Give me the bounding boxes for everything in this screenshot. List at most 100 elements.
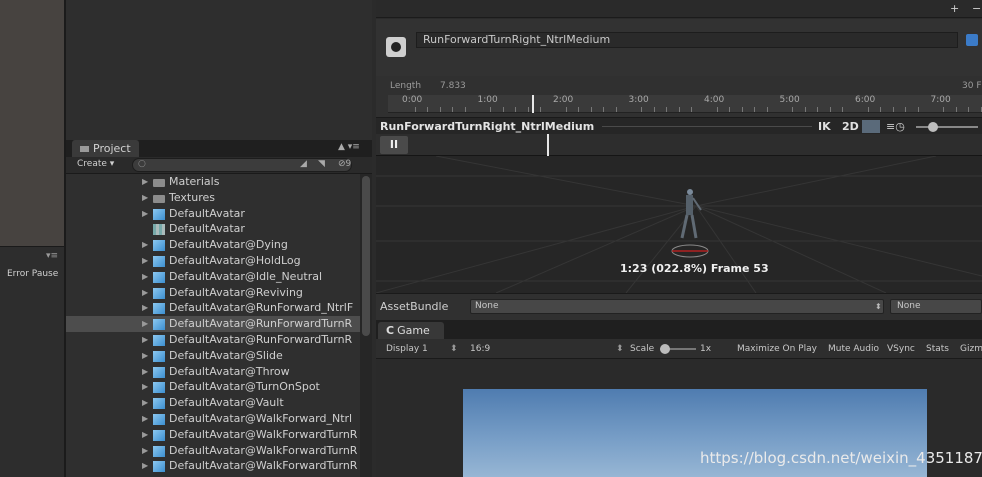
- mute-audio-toggle[interactable]: Mute Audio: [828, 339, 879, 359]
- scrub-cursor[interactable]: [547, 134, 549, 156]
- filter-type-icon[interactable]: ◢: [300, 159, 307, 169]
- list-item[interactable]: ▶ DefaultAvatar@Vault: [66, 395, 360, 411]
- expand-arrow-icon[interactable]: ▶: [142, 190, 152, 206]
- assetbundle-variant-select[interactable]: None: [890, 299, 982, 314]
- speed-slider-thumb[interactable]: [928, 122, 938, 132]
- project-menu-icon[interactable]: ▲ ▾≡: [338, 142, 360, 152]
- list-item[interactable]: ▶ DefaultAvatar@Throw: [66, 364, 360, 380]
- speed-icon[interactable]: ≡◷: [886, 118, 905, 135]
- expand-arrow-icon[interactable]: ▶: [142, 411, 152, 427]
- play-clip-button[interactable]: [386, 37, 406, 57]
- list-item[interactable]: ▶ DefaultAvatar@WalkForwardTurnR: [66, 443, 360, 459]
- maximize-on-play-toggle[interactable]: Maximize On Play: [737, 339, 817, 359]
- prefab-icon: [153, 414, 165, 425]
- timeline-ruler[interactable]: 0:00 1:00 2:00 3:00 4:00 5:00 6:00 7:00: [388, 95, 982, 113]
- expand-arrow-icon[interactable]: ▶: [142, 174, 152, 190]
- preview-separator: [602, 126, 812, 127]
- game-tab-label: Game: [397, 324, 430, 337]
- ruler-minor-tick: [741, 107, 743, 112]
- aspect-select[interactable]: 16:9: [470, 339, 490, 359]
- speed-slider[interactable]: [916, 122, 978, 132]
- time-cursor[interactable]: [532, 95, 534, 113]
- create-button[interactable]: Create ▾: [77, 159, 114, 169]
- pause-button[interactable]: II: [380, 136, 408, 154]
- list-item[interactable]: ▶ Materials: [66, 174, 360, 190]
- project-scrollbar[interactable]: [360, 174, 372, 477]
- label-icon[interactable]: ◥: [318, 159, 325, 169]
- vsync-toggle[interactable]: VSync: [887, 339, 915, 359]
- expand-arrow-icon[interactable]: ▶: [142, 269, 152, 285]
- ruler-tick-label: 0:00: [402, 95, 423, 105]
- list-item[interactable]: ▶ DefaultAvatar@RunForwardTurnR: [66, 332, 360, 348]
- list-item[interactable]: ▶ DefaultAvatar@TurnOnSpot: [66, 379, 360, 395]
- display-select[interactable]: Display 1: [386, 339, 428, 359]
- expand-arrow-icon[interactable]: ▶: [142, 300, 152, 316]
- ruler-minor-tick: [943, 107, 944, 112]
- ruler-minor-tick: [917, 107, 919, 112]
- list-item[interactable]: ▶ DefaultAvatar@RunForward_NtrlF: [66, 300, 360, 316]
- list-item[interactable]: ▶ DefaultAvatar@WalkForwardTurnR: [66, 458, 360, 474]
- expand-arrow-icon[interactable]: ▶: [142, 348, 152, 364]
- expand-arrow-icon[interactable]: ▶: [142, 458, 152, 474]
- assetbundle-name-select[interactable]: None ⬍: [470, 299, 884, 314]
- console-menu-icon[interactable]: ▾≡: [46, 251, 58, 261]
- list-item[interactable]: ▶ DefaultAvatar@RunForwardTurnR: [66, 316, 360, 333]
- help-icon[interactable]: [966, 34, 978, 46]
- expand-arrow-icon[interactable]: ▶: [142, 206, 152, 222]
- clip-name-field[interactable]: RunForwardTurnRight_NtrlMedium: [416, 32, 958, 48]
- frame-label: 1:23 (022.8%) Frame 53: [620, 262, 769, 275]
- ruler-minor-tick: [565, 107, 567, 112]
- expand-arrow-icon[interactable]: ▶: [142, 427, 152, 443]
- list-item-label: DefaultAvatar@Idle_Neutral: [169, 269, 323, 283]
- list-item[interactable]: DefaultAvatar: [66, 221, 360, 237]
- list-item-label: DefaultAvatar: [169, 206, 245, 220]
- list-item[interactable]: ▶ DefaultAvatar@Reviving: [66, 285, 360, 301]
- ruler-minor-tick: [905, 107, 906, 112]
- list-item-label: DefaultAvatar@Vault: [169, 396, 284, 410]
- list-item[interactable]: ▶ DefaultAvatar@Idle_Neutral: [66, 269, 360, 285]
- ruler-minor-tick: [515, 107, 516, 112]
- expand-arrow-icon[interactable]: ▶: [142, 285, 152, 301]
- preview-scrubber[interactable]: [376, 134, 982, 156]
- ruler-tick-label: 6:00: [855, 95, 876, 105]
- mode-2d-toggle[interactable]: 2D: [842, 118, 859, 135]
- ruler-minor-tick: [955, 107, 957, 112]
- pivot-icon[interactable]: [862, 120, 880, 133]
- list-item-label: DefaultAvatar@RunForwardTurnR: [169, 317, 353, 331]
- expand-arrow-icon[interactable]: ▶: [142, 332, 152, 348]
- stats-toggle[interactable]: Stats: [926, 339, 949, 359]
- preview-header: RunForwardTurnRight_NtrlMedium IK 2D ≡◷: [376, 117, 982, 134]
- tab-project[interactable]: Project: [72, 140, 139, 157]
- expand-arrow-icon[interactable]: ▶: [142, 253, 152, 269]
- watermark-text: https://blog.csdn.net/weixin_43511871: [700, 449, 982, 467]
- ik-toggle[interactable]: IK: [818, 118, 831, 135]
- list-item[interactable]: ▶ Textures: [66, 190, 360, 206]
- list-item[interactable]: ▶ DefaultAvatar@WalkForward_Ntrl: [66, 411, 360, 427]
- hidden-packages-icon[interactable]: ⊘9: [338, 159, 351, 169]
- list-item[interactable]: ▶ DefaultAvatar: [66, 206, 360, 222]
- minus-icon[interactable]: −: [972, 2, 981, 15]
- error-pause-button[interactable]: Error Pause: [7, 269, 58, 279]
- scale-slider[interactable]: [660, 344, 696, 354]
- ruler-minor-tick: [968, 107, 969, 112]
- scrollbar-thumb[interactable]: [362, 176, 370, 336]
- list-item[interactable]: ▶ DefaultAvatar@HoldLog: [66, 253, 360, 269]
- expand-arrow-icon[interactable]: ▶: [142, 443, 152, 459]
- scene-view-strip[interactable]: [0, 0, 64, 246]
- tab-game[interactable]: C Game: [378, 322, 444, 339]
- expand-arrow-icon[interactable]: ▶: [142, 316, 152, 332]
- add-icon[interactable]: +: [950, 2, 959, 15]
- ruler-minor-tick: [540, 107, 541, 112]
- expand-arrow-icon[interactable]: ▶: [142, 379, 152, 395]
- list-item[interactable]: ▶ DefaultAvatar@WalkForwardTurnR: [66, 427, 360, 443]
- gizmos-toggle[interactable]: Gizm: [960, 339, 982, 359]
- scale-slider-thumb[interactable]: [660, 344, 670, 354]
- project-list: ▶ Materials ▶ Textures ▶ DefaultAvatar Default…: [66, 174, 360, 477]
- avatar-icon: [153, 224, 165, 236]
- expand-arrow-icon[interactable]: ▶: [142, 237, 152, 253]
- list-item[interactable]: ▶ DefaultAvatar@Slide: [66, 348, 360, 364]
- search-icon: ○: [138, 159, 146, 169]
- expand-arrow-icon[interactable]: ▶: [142, 364, 152, 380]
- list-item[interactable]: ▶ DefaultAvatar@Dying: [66, 237, 360, 253]
- expand-arrow-icon[interactable]: ▶: [142, 395, 152, 411]
